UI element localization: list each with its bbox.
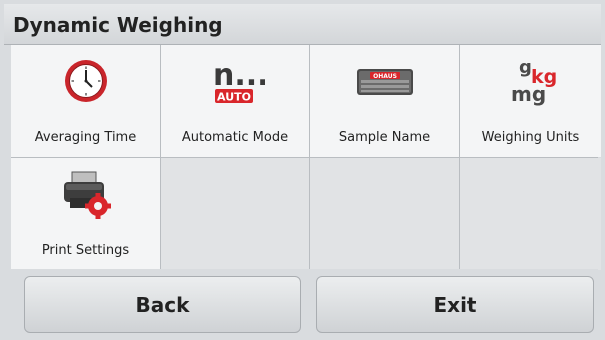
menu-item-label: Automatic Mode bbox=[181, 130, 289, 145]
menu-item-weighing-units[interactable]: g kg mg Weighing Units bbox=[460, 45, 601, 157]
clock-icon bbox=[64, 60, 107, 102]
auto-mode-icon: n... AUTO bbox=[213, 58, 265, 104]
printer-settings-icon bbox=[63, 171, 111, 219]
keyboard-icon-brand: OHAUS bbox=[373, 73, 397, 80]
exit-button[interactable]: Exit bbox=[316, 276, 594, 333]
title-bar: Dynamic Weighing bbox=[4, 4, 601, 45]
units-icon-g: g bbox=[519, 57, 532, 78]
units-icon-mg: mg bbox=[511, 82, 546, 106]
menu-item-sample-name[interactable]: OHAUS Sample Name bbox=[310, 45, 459, 157]
back-button[interactable]: Back bbox=[24, 276, 301, 333]
menu-item-print-settings[interactable]: Print Settings bbox=[11, 158, 160, 270]
auto-icon-label: AUTO bbox=[217, 91, 251, 104]
page-title: Dynamic Weighing bbox=[13, 13, 223, 37]
menu-item-label: Averaging Time bbox=[34, 130, 137, 145]
menu-item-label: Sample Name bbox=[338, 130, 431, 145]
menu-item-label: Weighing Units bbox=[481, 130, 580, 145]
menu-item-automatic-mode[interactable]: n... AUTO Automatic Mode bbox=[161, 45, 309, 157]
menu-grid: Averaging Time n... AUTO Automatic Mode bbox=[11, 45, 601, 270]
auto-icon-glyph: n... bbox=[213, 58, 265, 93]
menu-item-averaging-time[interactable]: Averaging Time bbox=[11, 45, 160, 157]
empty-tile bbox=[161, 158, 309, 270]
dynamic-weighing-screen: Dynamic Weighing Averaging Time n... AUT… bbox=[0, 0, 605, 340]
empty-tile bbox=[460, 158, 601, 270]
menu-item-label: Print Settings bbox=[41, 243, 130, 258]
units-icon: g kg mg bbox=[511, 57, 557, 106]
footer-bar: Back Exit bbox=[11, 269, 598, 340]
empty-tile bbox=[310, 158, 459, 270]
keyboard-icon: OHAUS bbox=[356, 69, 413, 95]
